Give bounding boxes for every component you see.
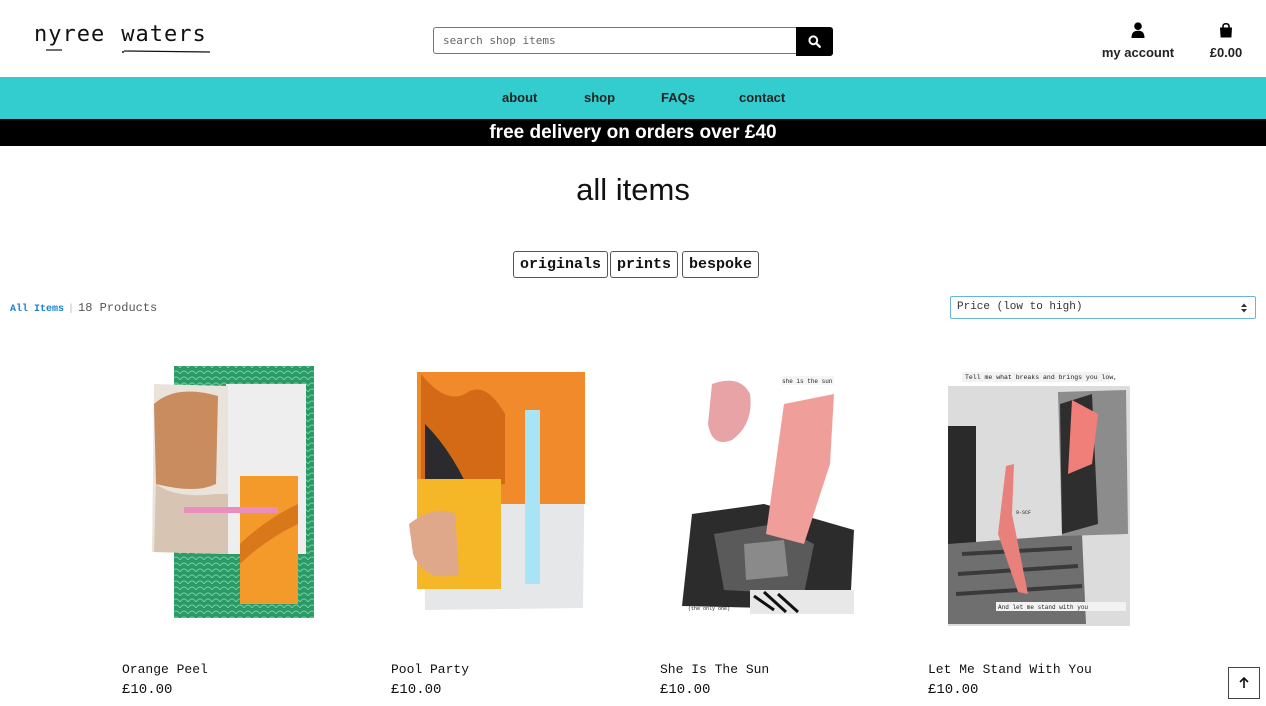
my-account-label: my account	[1101, 45, 1175, 60]
nav-link-contact[interactable]: contact	[739, 90, 785, 105]
nav-link-about[interactable]: about	[502, 90, 537, 105]
product-name[interactable]: Pool Party	[391, 662, 469, 677]
product-name[interactable]: She Is The Sun	[660, 662, 769, 677]
svg-text:9-SCF: 9-SCF	[1016, 510, 1031, 516]
search-input[interactable]	[433, 27, 797, 54]
user-icon	[1131, 22, 1145, 38]
filter-prints-button[interactable]: prints	[610, 251, 679, 278]
sort-select[interactable]: Price (low to high)	[950, 296, 1256, 319]
artwork-caption-top: she is the sun	[782, 378, 833, 385]
filter-bespoke-button[interactable]: bespoke	[682, 251, 760, 278]
nav-link-faqs[interactable]: FAQs	[661, 90, 695, 105]
product-price: £10.00	[391, 682, 442, 698]
search-bar	[433, 27, 833, 56]
product-image-she-is-the-sun[interactable]: she is the sun (the only one)	[654, 344, 890, 640]
my-account-link[interactable]: my account	[1098, 22, 1178, 60]
product-image-let-me-stand-with-you[interactable]: Tell me what breaks and brings you low, …	[922, 344, 1158, 640]
arrow-up-icon	[1239, 677, 1249, 688]
product-image-orange-peel[interactable]	[116, 344, 352, 640]
product-price: £10.00	[122, 682, 173, 698]
artwork-caption-bottom: And let me stand with you	[998, 604, 1088, 611]
cart-total: £0.00	[1209, 45, 1243, 60]
main-navigation: about shop FAQs contact	[0, 77, 1266, 119]
sort-selected-value: Price (low to high)	[957, 301, 1083, 313]
search-button[interactable]	[796, 27, 833, 56]
logo-underline-decoration	[46, 49, 210, 53]
breadcrumb-separator: |	[68, 304, 75, 315]
site-logo[interactable]: nyree waters	[34, 22, 207, 47]
pool-party-artwork	[409, 372, 585, 610]
page-title: all items	[576, 172, 690, 207]
product-name[interactable]: Let Me Stand With You	[928, 662, 1092, 677]
she-is-the-sun-artwork: she is the sun (the only one)	[682, 376, 854, 614]
site-header: nyree waters my account £0.00	[0, 0, 1266, 77]
artwork-caption-bottom: (the only one)	[688, 606, 730, 612]
breadcrumb-all-items-link[interactable]: All Items	[10, 304, 64, 315]
free-delivery-banner: free delivery on orders over £40	[0, 119, 1266, 146]
product-price: £10.00	[928, 682, 979, 698]
product-image-pool-party[interactable]	[385, 344, 621, 640]
bag-icon	[1220, 22, 1232, 38]
select-arrows-icon	[1241, 303, 1247, 313]
product-name[interactable]: Orange Peel	[122, 662, 208, 677]
nav-link-shop[interactable]: shop	[584, 90, 615, 105]
let-me-stand-with-you-artwork: Tell me what breaks and brings you low, …	[948, 372, 1130, 626]
filter-originals-button[interactable]: originals	[513, 251, 609, 278]
orange-peel-artwork	[152, 366, 314, 618]
logo-word-2: waters	[121, 22, 207, 47]
cart-link[interactable]: £0.00	[1204, 22, 1248, 60]
artwork-caption-top: Tell me what breaks and brings you low,	[965, 374, 1117, 381]
product-price: £10.00	[660, 682, 711, 698]
product-count: 18 Products	[78, 301, 158, 315]
logo-word-1: nyree	[34, 22, 106, 47]
back-to-top-button[interactable]	[1228, 667, 1260, 699]
search-icon	[808, 35, 821, 48]
breadcrumb: All Items | 18 Products	[10, 301, 157, 315]
